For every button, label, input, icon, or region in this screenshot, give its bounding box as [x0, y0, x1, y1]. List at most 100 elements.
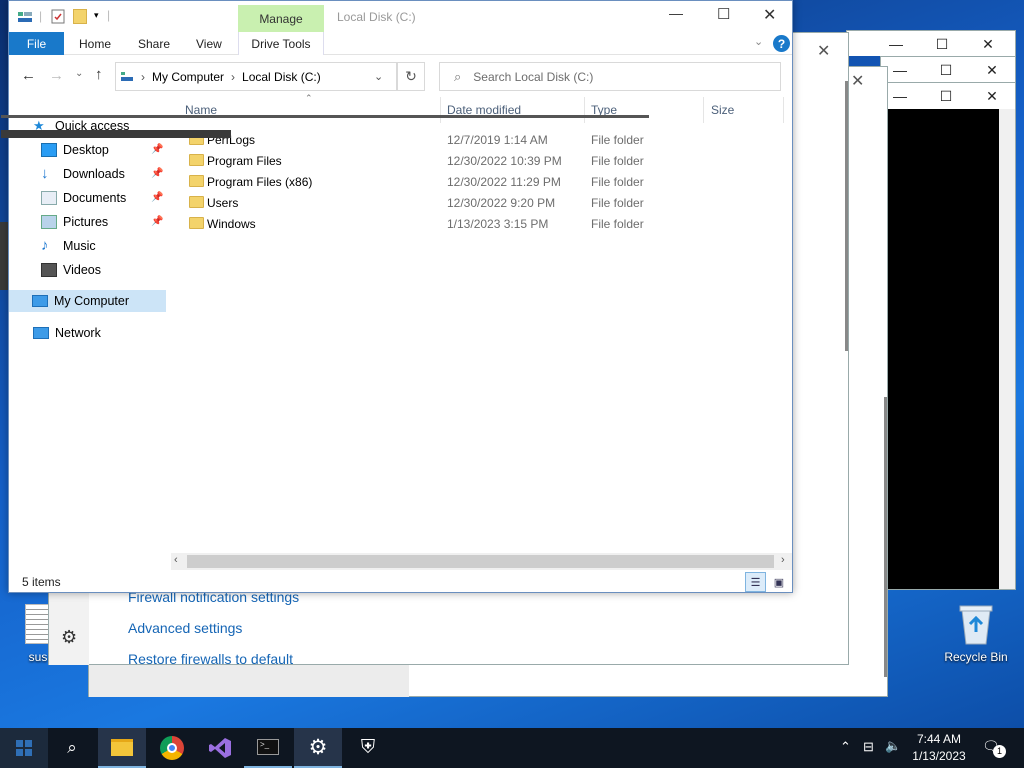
recycle-bin[interactable]: Recycle Bin: [940, 602, 1012, 664]
table-row[interactable]: Program Files (x86) 12/30/2022 11:29 PM Fi…: [167, 171, 767, 192]
pin-icon[interactable]: 📌: [151, 168, 163, 179]
refresh-button[interactable]: ↻: [397, 62, 425, 91]
large-icons-view-icon[interactable]: ▣: [769, 572, 789, 592]
file-name: Windows: [207, 216, 256, 231]
maximize-icon[interactable]: ☐: [923, 83, 969, 109]
table-row[interactable]: Program Files 12/30/2022 10:39 PM File fol…: [167, 150, 767, 171]
close-icon[interactable]: ✕: [969, 57, 1015, 83]
clock-time: 7:44 AM: [916, 732, 962, 746]
terminal-controls: — ☐ ✕: [877, 83, 1015, 109]
maximize-button[interactable]: ☐: [717, 5, 730, 23]
scroll-left-icon[interactable]: ‹: [174, 554, 178, 566]
scroll-thumb[interactable]: [187, 555, 774, 568]
show-hidden-icons[interactable]: ⌃: [840, 739, 851, 755]
up-icon[interactable]: ↑: [95, 66, 103, 83]
details-view-icon[interactable]: ☰: [745, 572, 766, 592]
computer-icon: [32, 295, 48, 307]
background-window-2[interactable]: — ☐ ✕: [880, 56, 1016, 82]
folder-icon: [189, 196, 204, 208]
horizontal-scrollbar[interactable]: ‹ ›: [171, 553, 792, 570]
tab-home[interactable]: Home: [79, 32, 111, 55]
drag-artifact-line: [1, 130, 231, 138]
nav-item-videos[interactable]: Videos: [41, 259, 101, 281]
column-divider[interactable]: [703, 97, 704, 123]
recent-locations-icon[interactable]: ⌄: [75, 68, 83, 79]
new-folder-icon[interactable]: [73, 9, 87, 24]
file-date: 12/30/2022 10:39 PM: [447, 153, 562, 168]
close-icon[interactable]: ✕: [965, 31, 1011, 57]
music-icon: ♪: [41, 237, 49, 254]
volume-icon[interactable]: 🔈: [885, 738, 901, 754]
taskbar-settings[interactable]: ⚙: [294, 728, 342, 768]
tab-drive-tools[interactable]: Drive Tools: [238, 32, 324, 55]
terminal-window[interactable]: — ☐ ✕: [870, 82, 1016, 590]
clock[interactable]: 7:44 AM 1/13/2023: [906, 731, 972, 765]
quick-access-dropdown-icon[interactable]: ▾: [94, 10, 99, 21]
nav-item-network[interactable]: Network: [33, 322, 101, 344]
table-row[interactable]: Windows 1/13/2023 3:15 PM File folder: [167, 213, 767, 234]
column-divider[interactable]: [584, 97, 585, 123]
help-icon[interactable]: ?: [773, 35, 790, 52]
manage-tab[interactable]: Manage: [238, 5, 324, 32]
minimize-icon[interactable]: —: [873, 31, 919, 57]
navigation-pane: ★ Quick access Desktop 📌 ↓ Downloads 📌 Doc…: [9, 97, 166, 567]
maximize-icon[interactable]: ☐: [923, 57, 969, 83]
expand-ribbon-icon[interactable]: ⌄: [754, 35, 763, 48]
table-row[interactable]: PerfLogs 12/7/2019 1:14 AM File folder: [167, 129, 767, 150]
maximize-icon[interactable]: ☐: [919, 31, 965, 57]
scroll-right-icon[interactable]: ›: [781, 554, 785, 566]
tab-view[interactable]: View: [196, 32, 222, 55]
back-icon[interactable]: ←: [21, 67, 36, 84]
address-bar[interactable]: › My Computer › Local Disk (C:) ⌄: [115, 62, 397, 91]
search-button[interactable]: ⌕: [48, 728, 96, 768]
properties-icon[interactable]: [51, 9, 65, 24]
nav-item-downloads[interactable]: ↓ Downloads: [41, 163, 125, 185]
address-dropdown-icon[interactable]: ⌄: [374, 70, 383, 83]
nav-item-music[interactable]: ♪ Music: [41, 235, 96, 257]
title-bar[interactable]: | ▾ | Manage Local Disk (C:) — ☐ ✕: [9, 1, 792, 32]
address-row: ← → ⌄ ↑ › My Computer › Local Disk (C:) …: [9, 55, 792, 97]
firewall-scrollbar[interactable]: [845, 81, 848, 351]
close-icon[interactable]: ✕: [969, 83, 1015, 109]
taskbar-file-explorer[interactable]: [98, 728, 146, 768]
terminal-scrollbar[interactable]: [999, 109, 1015, 589]
taskbar-chrome[interactable]: [148, 728, 196, 768]
background-window-3[interactable]: — ☐ ✕: [846, 30, 1016, 56]
nav-label: Music: [63, 239, 96, 253]
item-count: 5 items: [22, 575, 61, 589]
firewall-close-icon[interactable]: ✕: [817, 41, 830, 61]
settings-scrollbar[interactable]: [884, 397, 887, 677]
column-header-size[interactable]: Size: [711, 103, 734, 117]
tab-share[interactable]: Share: [138, 32, 170, 55]
taskbar-visual-studio[interactable]: [196, 728, 244, 768]
column-divider[interactable]: [440, 97, 441, 123]
network-status-icon[interactable]: ⊟: [863, 739, 874, 755]
file-date: 12/7/2019 1:14 AM: [447, 132, 548, 147]
gear-icon[interactable]: ⚙: [61, 627, 77, 648]
tab-file[interactable]: File: [9, 32, 64, 55]
settings-close-icon[interactable]: ✕: [851, 71, 864, 91]
start-button[interactable]: [0, 728, 48, 768]
search-input[interactable]: ⌕ Search Local Disk (C:): [439, 62, 781, 91]
pin-icon[interactable]: 📌: [151, 144, 163, 155]
nav-item-documents[interactable]: Documents: [41, 187, 126, 209]
action-center-button[interactable]: 🗨 1: [982, 738, 1006, 758]
column-divider[interactable]: [783, 97, 784, 123]
minimize-button[interactable]: —: [669, 5, 683, 21]
taskbar-security[interactable]: ⛨: [344, 728, 392, 768]
nav-item-desktop[interactable]: Desktop: [41, 139, 109, 161]
title-separator: |: [39, 9, 43, 23]
advanced-settings-link[interactable]: Advanced settings: [128, 620, 242, 636]
breadcrumb-my-computer[interactable]: My Computer: [152, 70, 224, 84]
nav-item-my-computer[interactable]: My Computer: [9, 290, 166, 312]
pin-icon[interactable]: 📌: [151, 192, 163, 203]
file-explorer-window[interactable]: | ▾ | Manage Local Disk (C:) — ☐ ✕ File …: [1, 0, 793, 593]
breadcrumb-local-disk[interactable]: Local Disk (C:): [242, 70, 321, 84]
pin-icon[interactable]: 📌: [151, 216, 163, 227]
table-row[interactable]: Users 12/30/2022 9:20 PM File folder: [167, 192, 767, 213]
nav-item-pictures[interactable]: Pictures: [41, 211, 108, 233]
forward-icon[interactable]: →: [49, 67, 64, 84]
restore-firewall-link[interactable]: Restore firewalls to default: [128, 651, 293, 667]
taskbar-terminal[interactable]: >_: [244, 728, 292, 768]
close-button[interactable]: ✕: [763, 5, 776, 25]
